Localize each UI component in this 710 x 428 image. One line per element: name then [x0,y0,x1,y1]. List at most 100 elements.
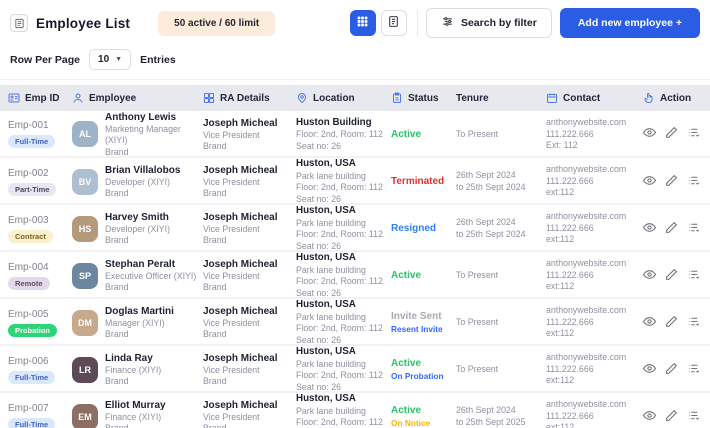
ra-role: Vice President [203,364,260,375]
search-by-filter-button[interactable]: Search by filter [425,8,552,38]
employee-dept: Brand [105,376,129,386]
employee-cell: SP Stephan Peralt Executive Officer (XIY… [72,258,203,294]
ra-name: Joseph Micheal [203,305,278,317]
tenure-cell: 26th Sept 2024 to 25th Sept 2024 [456,170,526,192]
contact-cell: anthonywebsite.com 111.222.666 ext:112 [546,211,627,245]
ra-name: Joseph Micheal [203,258,278,270]
grid-view-icon [356,15,369,31]
employee-name[interactable]: Doglas Martini [105,305,174,318]
active-limit-badge: 50 active / 60 limit [158,10,276,36]
emp-id-cell: Emp-005 Probation [8,309,72,337]
employee-dept: Brand [105,188,129,198]
edit-button[interactable] [665,362,678,378]
location-lines: Park lane buildingFloor: 2nd, Room: 112S… [296,264,383,298]
status-sub-link[interactable]: On Notice [391,418,456,428]
status-sub-link[interactable]: Resent Invite [391,324,456,335]
location-cell: Huston, USA Park lane building Floor: 2nd… [296,252,391,299]
edit-button[interactable] [665,126,678,142]
status-cell: Resigned [391,222,456,236]
employee-name[interactable]: Anthony Lewis [105,111,199,124]
employee-name[interactable]: Brian Villalobos [105,164,180,177]
column-header-label: Emp ID [25,92,60,104]
more-options-button[interactable] [687,409,700,425]
employee-name[interactable]: Linda Ray [105,352,161,365]
table-body: Emp-001 Full-Time AL Anthony Lewis Marke… [0,111,710,428]
more-options-button[interactable] [687,126,700,142]
ra-name: Joseph Micheal [203,164,278,176]
action-cell [642,126,710,142]
employee-role: Developer (XIYI) [105,176,171,187]
emp-id: Emp-007 [8,402,49,414]
column-header: Contact [546,92,643,104]
ra-dept: Brand [203,282,227,292]
avatar: HS [72,215,98,242]
title-wrap: Employee List [10,14,130,32]
column-header-label: Employee [89,92,137,104]
edit-button[interactable] [665,174,678,190]
employee-list-page: Employee List 50 active / 60 limit Searc… [0,0,710,428]
location-cell: Huston, USA Park lane building Floor: 2nd… [296,393,391,428]
employment-type-badge: Remote [8,276,50,290]
list-view-button[interactable] [380,10,407,36]
contact-cell: anthonywebsite.com 111.222.666 ext:112 [546,258,627,292]
view-button[interactable] [642,221,657,237]
more-options-button[interactable] [687,268,700,284]
view-button[interactable] [642,362,657,378]
eye-icon [642,315,657,331]
more-options-button[interactable] [687,362,700,378]
employee-name[interactable]: Stephan Peralt [105,258,196,271]
contact-cell: anthonywebsite.com 111.222.666 ext:112 [546,399,627,428]
page-size-select[interactable]: 10 ▼ [89,49,132,70]
column-header: Employee [72,92,203,104]
tenure-cell: To Present [456,316,499,327]
pencil-icon [665,409,678,425]
location-title: Huston, USA [296,158,356,169]
more-options-button[interactable] [687,221,700,237]
action-cell [642,362,710,378]
page-size-value: 10 [98,54,110,65]
emp-id: Emp-004 [8,261,49,273]
eye-icon [642,362,657,378]
employment-type-badge: Contract [8,229,53,243]
emp-id: Emp-003 [8,214,49,226]
view-button[interactable] [642,409,657,425]
emp-id-cell: Emp-007 Full-Time [8,403,72,428]
employee-info: Harvey Smith Developer (XIYI) Brand [105,211,170,247]
employee-cell: BV Brian Villalobos Developer (XIYI) Bra… [72,164,203,200]
tenure-cell: To Present [456,363,499,374]
status-sub-link[interactable]: On Probation [391,371,456,382]
ra-dept: Brand [203,423,227,428]
more-options-button[interactable] [687,174,700,190]
view-button[interactable] [642,174,657,190]
edit-button[interactable] [665,315,678,331]
column-header-label: RA Details [220,92,270,104]
add-new-employee-button[interactable]: Add new employee + [559,8,700,38]
location-lines: Park lane buildingFloor: 2nd, Room: 112S… [296,170,383,204]
edit-button[interactable] [665,221,678,237]
ra-role: Vice President [203,223,260,234]
employee-role: Manager (XIYI) [105,317,165,328]
table-row: Emp-007 Full-Time EM Elliot Murray Finan… [0,393,710,428]
emp-id: Emp-002 [8,167,49,179]
emp-id: Emp-001 [8,120,49,132]
location-title: Huston, USA [296,346,356,357]
view-button[interactable] [642,268,657,284]
edit-button[interactable] [665,409,678,425]
view-button[interactable] [642,315,657,331]
avatar: BV [72,168,98,195]
employment-type-badge: Full-Time [8,417,56,428]
action-cell [642,409,710,425]
user-icon [72,92,84,104]
grid-view-button[interactable] [349,10,376,36]
more-options-button[interactable] [687,315,700,331]
location-cell: Huston, USA Park lane building Floor: 2nd… [296,299,391,346]
location-cell: Huston, USA Park lane building Floor: 2nd… [296,158,391,205]
employee-cell: EM Elliot Murray Finance (XIYI) Brand [72,399,203,428]
pencil-icon [665,362,678,378]
edit-button[interactable] [665,268,678,284]
employee-name[interactable]: Harvey Smith [105,211,170,224]
contact-cell: anthonywebsite.com 111.222.666 ext:112 [546,305,627,339]
view-button[interactable] [642,126,657,142]
employee-name[interactable]: Elliot Murray [105,399,166,412]
location-lines: Park lane buildingFloor: 2nd, Room: 112S… [296,217,383,251]
